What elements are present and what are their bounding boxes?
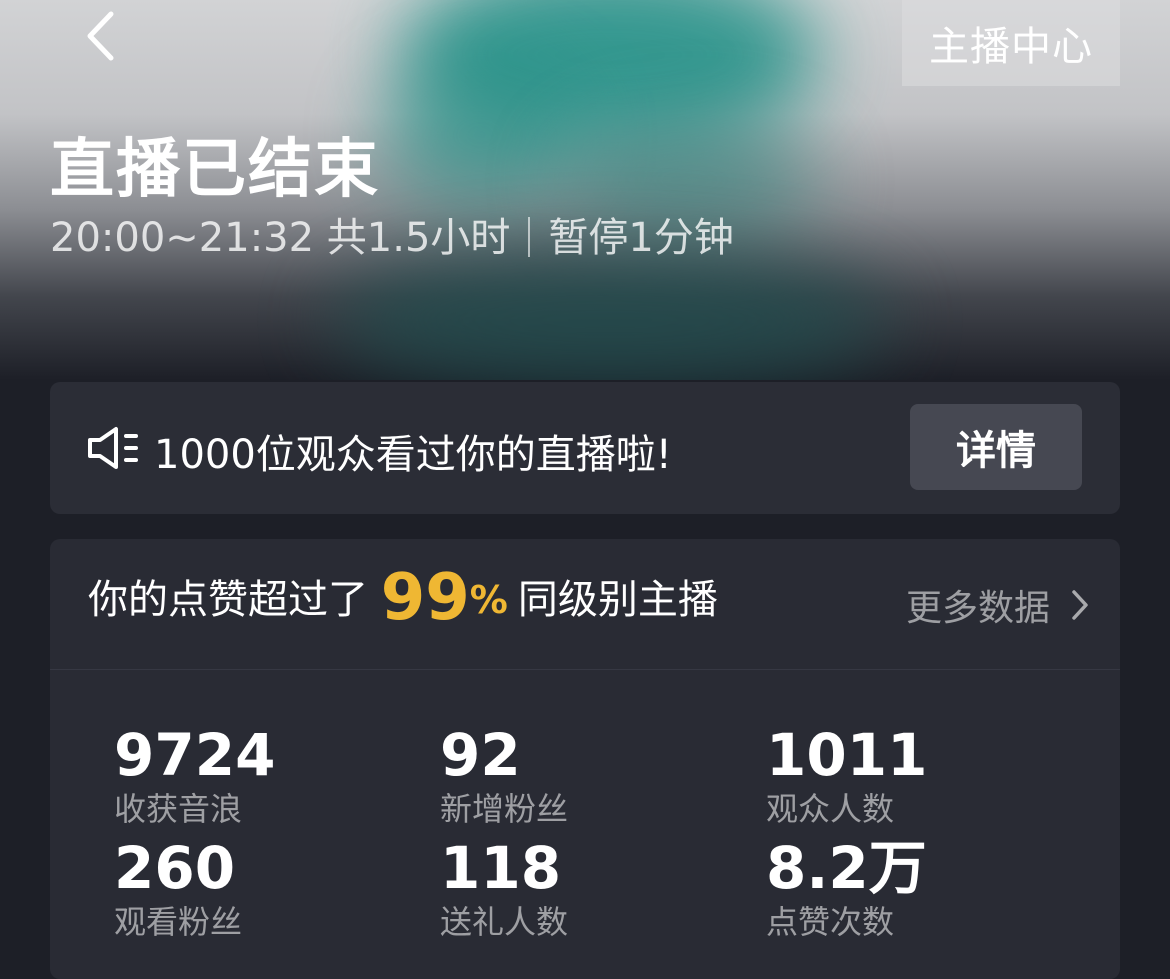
- stat-likes: 8.2万 点赞次数: [766, 835, 1066, 943]
- page-title: 直播已结束: [50, 133, 380, 207]
- stat-value: 260: [114, 834, 236, 902]
- stat-label: 新增粉丝: [440, 790, 569, 828]
- anchor-center-button[interactable]: 主播中心: [902, 0, 1120, 86]
- more-data-label: 更多数据: [905, 588, 1050, 629]
- stat-gift-senders: 118 送礼人数: [440, 835, 740, 943]
- likes-prefix: 你的点赞超过了: [88, 577, 368, 623]
- chevron-left-icon: [87, 11, 114, 61]
- blurred-cover-shape: [380, 60, 580, 210]
- live-time-range: 20:00~21:32: [50, 215, 315, 261]
- stat-value: 1011: [766, 721, 928, 789]
- stat-viewers: 1011 观众人数: [766, 722, 1066, 830]
- stat-value: 9724: [114, 721, 276, 789]
- pause-duration: 暂停1分钟: [548, 215, 734, 261]
- more-data-link[interactable]: 更多数据: [906, 579, 1088, 631]
- stats-card: 你的点赞超过了 99% 同级别主播 更多数据 9724 收获音浪 92 新增粉丝 …: [50, 539, 1120, 979]
- likes-suffix: 同级别主播: [517, 577, 718, 623]
- viewer-notice-text: 1000位观众看过你的直播啦!: [154, 432, 672, 478]
- stat-label: 收获音浪: [114, 790, 243, 828]
- stat-label: 送礼人数: [440, 903, 569, 941]
- stat-new-followers: 92 新增粉丝: [440, 722, 740, 830]
- likes-percent-sign: %: [469, 578, 508, 622]
- stat-value: 92: [440, 721, 521, 789]
- speaker-icon: [88, 427, 138, 469]
- blurred-cover-shape: [330, 250, 890, 380]
- stat-label: 观看粉丝: [114, 903, 243, 941]
- divider: [528, 217, 531, 257]
- live-session-info: 20:00~21:32 共1.5小时 暂停1分钟: [50, 205, 734, 263]
- stat-watching-fans: 260 观看粉丝: [114, 835, 414, 943]
- stat-label: 观众人数: [766, 790, 895, 828]
- stat-sound-waves: 9724 收获音浪: [114, 722, 414, 830]
- live-duration: 共1.5小时: [326, 215, 511, 261]
- stat-value: 118: [440, 834, 562, 902]
- likes-percent-value: 99: [380, 561, 470, 635]
- viewer-notice-card: 1000位观众看过你的直播啦! 详情: [50, 382, 1120, 514]
- likes-ranking-row: 你的点赞超过了 99% 同级别主播 更多数据: [50, 539, 1120, 670]
- stat-label: 点赞次数: [766, 903, 895, 941]
- detail-button[interactable]: 详情: [910, 404, 1082, 490]
- stat-value: 8.2万: [766, 834, 927, 902]
- chevron-right-icon: [1072, 590, 1088, 620]
- back-button[interactable]: [70, 6, 130, 66]
- likes-ranking-text: 你的点赞超过了 99% 同级别主播: [88, 561, 718, 635]
